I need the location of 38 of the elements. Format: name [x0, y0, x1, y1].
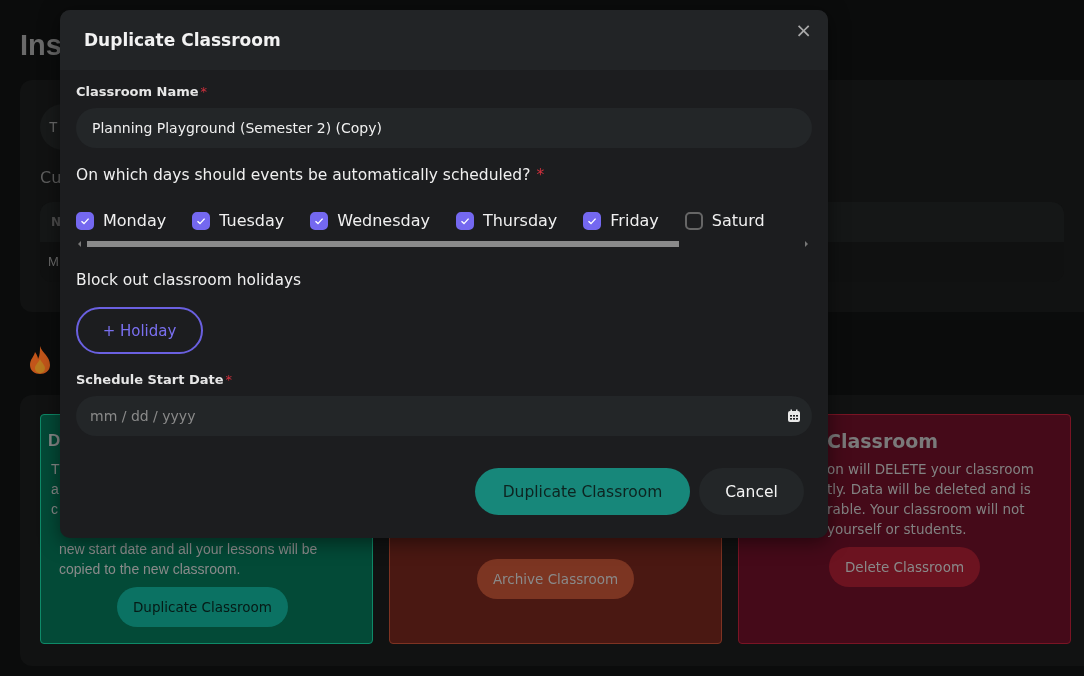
card-text: c — [51, 500, 58, 519]
page-title: Ins — [20, 28, 62, 63]
input-field[interactable]: Planning Playground (Semester 2) (Copy) — [76, 108, 812, 148]
close-button[interactable]: × — [791, 20, 816, 40]
card-text: on will DELETE your classroom — [827, 460, 1034, 479]
date-input[interactable]: mm / dd / yyyy — [88, 407, 392, 425]
card-text: tly. Data will be deleted and is — [827, 480, 1031, 499]
day-checkbox[interactable]: Friday — [583, 211, 659, 230]
duplicate-button[interactable]: Duplicate Classroom — [475, 468, 690, 515]
section-label: Cu — [40, 168, 62, 187]
cancel-button[interactable]: Cancel — [699, 468, 804, 515]
day-checkbox[interactable]: Saturd — [684, 211, 765, 230]
calendar-icon[interactable] — [787, 409, 801, 423]
scrollbar[interactable] — [76, 239, 810, 249]
table-cell-text: M — [47, 253, 59, 271]
day-checkbox[interactable]: Wednesday — [310, 211, 430, 230]
field-label: Classroom Name — [76, 84, 199, 99]
required-mark: * — [536, 166, 545, 184]
field-label: Schedule Start Date — [76, 372, 224, 387]
add-holiday-button[interactable]: + Holiday — [76, 307, 203, 354]
card-text: T — [51, 460, 60, 479]
day-checkbox[interactable]: Monday — [76, 211, 167, 230]
section-label: Block out classroom holidays — [76, 271, 302, 289]
flame-icon — [28, 345, 52, 375]
card-heading: Classroom — [827, 429, 940, 454]
required-mark: * — [200, 84, 208, 99]
card-heading: D — [48, 430, 61, 452]
card-text: new start date and all your lessons will be — [59, 540, 318, 559]
card-text: copied to the new classroom. — [59, 560, 241, 579]
dialog-title: Duplicate Classroom — [84, 30, 281, 50]
card-text: yourself or students. — [827, 520, 967, 539]
question-label: On which days should events be automatically scheduled? — [76, 166, 531, 184]
day-checkbox[interactable]: Thursday — [455, 211, 558, 230]
required-mark: * — [225, 372, 233, 387]
card-text: a — [51, 480, 59, 499]
card-text: rable. Your classroom will not — [827, 500, 1025, 519]
day-checkbox[interactable]: Tuesday — [192, 211, 285, 230]
card-button[interactable]: Delete Classroom — [828, 547, 981, 587]
